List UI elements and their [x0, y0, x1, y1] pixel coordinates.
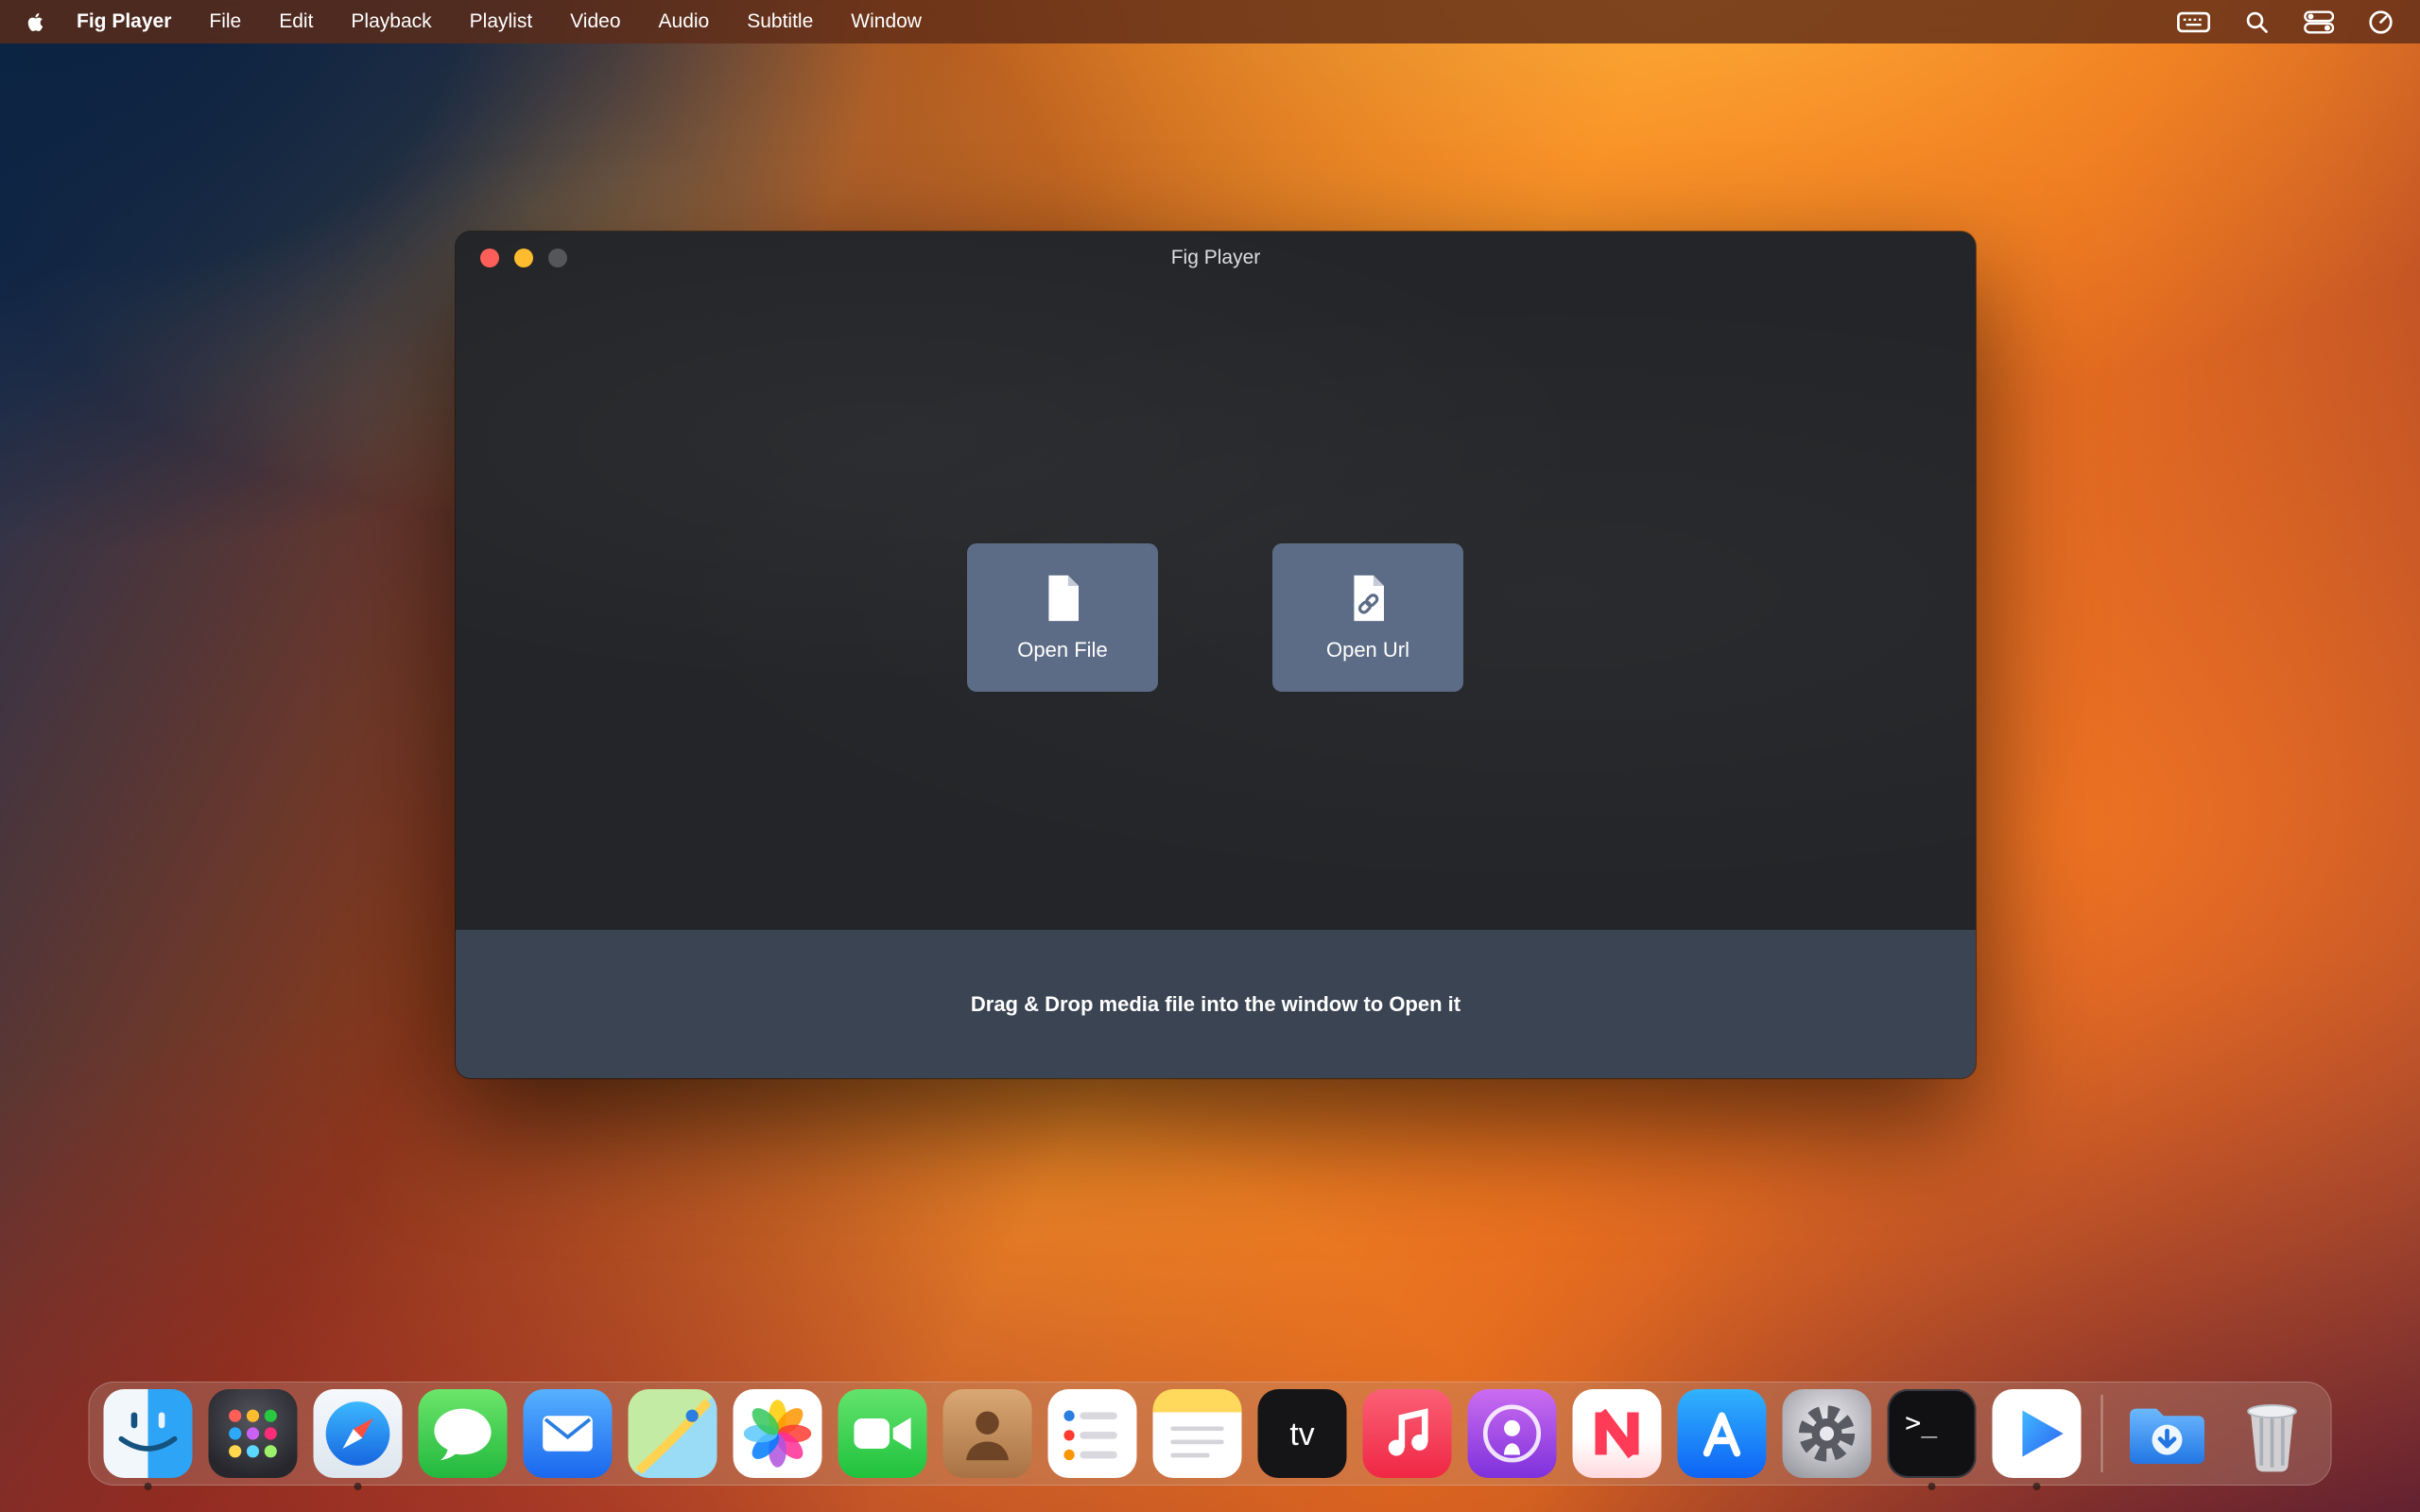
control-center-icon[interactable] [2304, 9, 2334, 35]
fig-player-window: Fig Player Open File Open Url Drag & Dro… [456, 232, 1976, 1078]
app-menu-title[interactable]: Fig Player [77, 10, 171, 33]
news-icon [1573, 1389, 1662, 1478]
document-icon [1042, 574, 1084, 623]
search-icon[interactable] [2244, 9, 2270, 35]
window-titlebar[interactable]: Fig Player [456, 232, 1976, 284]
menubar-status-icons [2177, 9, 2394, 35]
document-link-icon [1347, 574, 1390, 623]
dock-item-settings[interactable] [1783, 1389, 1872, 1478]
running-indicator [145, 1483, 152, 1490]
dock-item-trash[interactable] [2228, 1389, 2317, 1478]
dock-item-messages[interactable] [419, 1389, 508, 1478]
photos-icon [734, 1389, 822, 1478]
open-url-button[interactable]: Open Url [1272, 543, 1463, 692]
menu-edit[interactable]: Edit [279, 10, 313, 33]
open-file-button[interactable]: Open File [967, 543, 1158, 692]
dock-item-photos[interactable] [734, 1389, 822, 1478]
facetime-icon [838, 1389, 927, 1478]
open-url-label: Open Url [1326, 638, 1409, 662]
dock-items: tv >_ [104, 1389, 2317, 1478]
dock-item-facetime[interactable] [838, 1389, 927, 1478]
menu-items: File Edit Playback Playlist Video Audio … [209, 10, 922, 33]
launchpad-icon [209, 1389, 298, 1478]
apple-menu[interactable] [26, 11, 44, 33]
app-store-icon [1678, 1389, 1767, 1478]
menu-file[interactable]: File [209, 10, 241, 33]
mail-icon [524, 1389, 613, 1478]
dock-item-downloads[interactable] [2123, 1389, 2212, 1478]
dock-separator [2101, 1395, 2103, 1472]
menu-video[interactable]: Video [570, 10, 620, 33]
menu-playlist[interactable]: Playlist [470, 10, 533, 33]
system-settings-icon [1783, 1389, 1872, 1478]
fig-player-icon [1993, 1389, 2082, 1478]
svg-text:>_: >_ [1905, 1407, 1937, 1439]
dock-item-launchpad[interactable] [209, 1389, 298, 1478]
dock-item-notes[interactable] [1153, 1389, 1242, 1478]
open-file-label: Open File [1017, 638, 1107, 662]
dock-item-appletv[interactable]: tv [1258, 1389, 1347, 1478]
apple-tv-icon: tv [1258, 1389, 1347, 1478]
contacts-icon [943, 1389, 1032, 1478]
music-icon [1363, 1389, 1452, 1478]
dock-item-podcasts[interactable] [1468, 1389, 1557, 1478]
dock-item-contacts[interactable] [943, 1389, 1032, 1478]
running-indicator [354, 1483, 362, 1490]
menu-subtitle[interactable]: Subtitle [747, 10, 813, 33]
dock-item-terminal[interactable]: >_ [1888, 1389, 1977, 1478]
dock-item-mail[interactable] [524, 1389, 613, 1478]
finder-icon [104, 1389, 193, 1478]
keyboard-icon[interactable] [2177, 9, 2210, 35]
dock-item-maps[interactable] [629, 1389, 717, 1478]
apple-logo-icon [26, 11, 44, 33]
gauge-icon[interactable] [2368, 9, 2394, 35]
messages-icon [419, 1389, 508, 1478]
safari-icon [314, 1389, 403, 1478]
running-indicator [2033, 1483, 2041, 1490]
window-content [456, 232, 1976, 930]
trash-icon [2228, 1389, 2317, 1478]
maps-icon [629, 1389, 717, 1478]
dock-item-music[interactable] [1363, 1389, 1452, 1478]
svg-text:tv: tv [1289, 1417, 1314, 1452]
dock-item-appstore[interactable] [1678, 1389, 1767, 1478]
terminal-icon: >_ [1888, 1389, 1977, 1478]
dock-item-figplayer[interactable] [1993, 1389, 2082, 1478]
window-title: Fig Player [456, 232, 1976, 284]
drop-hint-text: Drag & Drop media file into the window t… [971, 992, 1461, 1017]
menu-window[interactable]: Window [851, 10, 922, 33]
menu-playback[interactable]: Playback [351, 10, 431, 33]
dock-item-news[interactable] [1573, 1389, 1662, 1478]
dock-item-reminders[interactable] [1048, 1389, 1137, 1478]
drop-hint-bar: Drag & Drop media file into the window t… [456, 930, 1976, 1078]
menu-bar: Fig Player File Edit Playback Playlist V… [0, 0, 2420, 43]
dock-item-safari[interactable] [314, 1389, 403, 1478]
downloads-folder-icon [2123, 1389, 2212, 1478]
dock: tv >_ [89, 1382, 2332, 1486]
reminders-icon [1048, 1389, 1137, 1478]
notes-icon [1153, 1389, 1242, 1478]
podcasts-icon [1468, 1389, 1557, 1478]
dock-item-finder[interactable] [104, 1389, 193, 1478]
running-indicator [1928, 1483, 1936, 1490]
menu-audio[interactable]: Audio [659, 10, 710, 33]
